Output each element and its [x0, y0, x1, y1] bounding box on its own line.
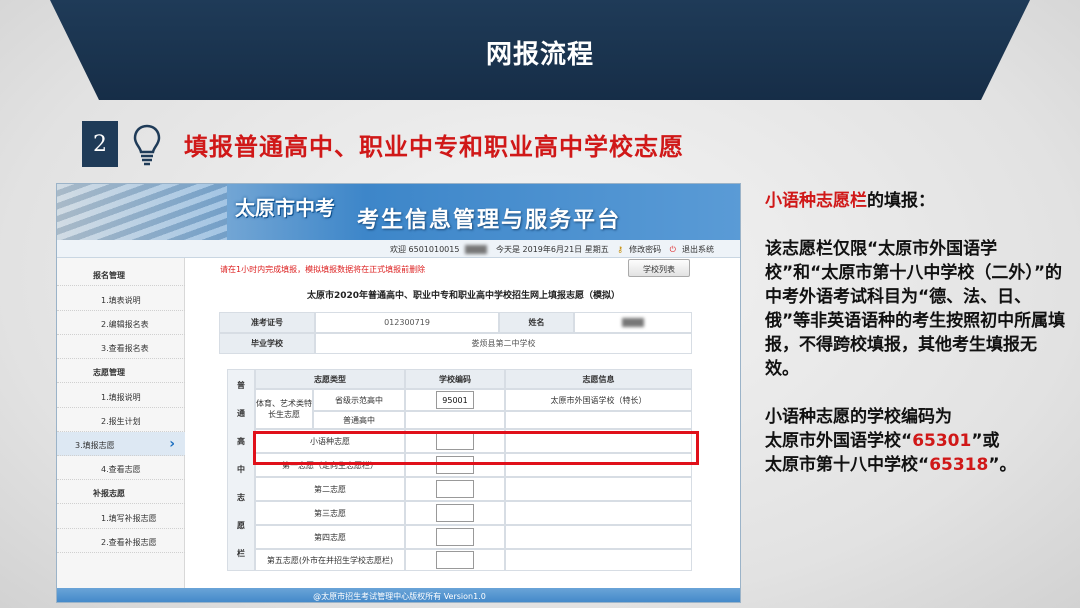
sidebar-item-fill-instructions[interactable]: 1.填报说明	[57, 384, 185, 408]
row-code-cell	[405, 501, 505, 525]
portal-logo: 太原市中考	[235, 196, 335, 220]
row-info: 太原市外国语学校（特长）	[505, 389, 692, 411]
row-type: 第四志愿	[255, 525, 405, 549]
row-info	[505, 525, 692, 549]
sidebar-item-form-instructions[interactable]: 1.填表说明	[57, 287, 185, 311]
logout-link[interactable]: 退出系统	[682, 245, 714, 254]
school-code-input[interactable]	[436, 504, 474, 522]
sidebar-item-view-preferences[interactable]: 4.查看志愿	[57, 456, 185, 480]
name-value	[574, 312, 692, 333]
name-label: 姓名	[499, 312, 574, 333]
school-code-input[interactable]	[436, 528, 474, 546]
portal-screenshot: 太原市中考 考生信息管理与服务平台 欢迎 6501010015 今天是 2019…	[56, 183, 741, 603]
portal-footer: @太原市招生考试管理中心版权所有 Version1.0	[57, 588, 740, 602]
sidebar-item-view-form[interactable]: 3.查看报名表	[57, 335, 185, 359]
school-code-input[interactable]	[436, 480, 474, 498]
page-title: 网报流程	[485, 40, 594, 70]
special-label: 体育、艺术类特长生志愿	[255, 389, 313, 429]
step-title: 填报普通高中、职业中专和职业高中学校志愿	[184, 133, 684, 161]
form-title: 太原市2020年普通高中、职业中专和职业高中学校招生网上填报志愿（模拟）	[306, 291, 621, 301]
grad-school-label: 毕业学校	[219, 333, 315, 354]
portal-header: 太原市中考 考生信息管理与服务平台	[57, 184, 740, 240]
school-code-input[interactable]: 95001	[436, 391, 474, 409]
welcome-text: 欢迎 6501010015	[390, 245, 460, 254]
header-code: 学校编码	[405, 369, 505, 389]
info-bar: 欢迎 6501010015 今天是 2019年6月21日 星期五 ⚷ 修改密码 ⏻…	[57, 240, 740, 258]
row-type: 第五志愿(外市在并招生学校志愿栏)	[255, 549, 405, 571]
sidebar-item-view-supplement[interactable]: 2.查看补报志愿	[57, 529, 185, 553]
grad-school-value: 娄烦县第二中学校	[315, 333, 692, 354]
explanation-codes: 小语种志愿的学校编码为 太原市外国语学校“65301”或 太原市第十八中学校“6…	[765, 407, 1017, 475]
explanation-panel: 小语种志愿栏的填报： 该志愿栏仅限“太原市外国语学校”和“太原市第十八中学校（二…	[765, 189, 1070, 477]
row-code-cell: 95001	[405, 389, 505, 411]
sidebar-head-supplement: 补报志愿	[57, 480, 185, 504]
change-password-link[interactable]: 修改密码	[629, 245, 661, 254]
notice-text: 请在1小时内完成填报，模拟填报数据将在正式填报前删除	[220, 265, 426, 274]
row-info	[505, 411, 692, 429]
sidebar-item-edit-form[interactable]: 2.编辑报名表	[57, 311, 185, 335]
redacted-name	[622, 318, 644, 327]
sidebar-item-plan[interactable]: 2.报生计划	[57, 408, 185, 432]
power-icon: ⏻	[669, 245, 676, 254]
date-text: 今天是 2019年6月21日 星期五	[496, 245, 609, 254]
row-type: 第三志愿	[255, 501, 405, 525]
row-code-cell	[405, 549, 505, 571]
chevron-right-icon: ›	[169, 436, 175, 452]
highlight-box	[253, 431, 699, 465]
keyboard-image	[57, 184, 227, 240]
key-icon: ⚷	[617, 245, 624, 254]
row-type: 省级示范高中	[313, 389, 405, 411]
redacted-name	[465, 245, 488, 254]
sidebar-item-fill-preferences[interactable]: 3.填报志愿 ›	[57, 432, 185, 456]
row-code-cell	[405, 525, 505, 549]
group-label: 普通高中志愿栏	[227, 369, 255, 571]
row-code-cell	[405, 477, 505, 501]
exam-number-label: 准考证号	[219, 312, 315, 333]
header-type: 志愿类型	[255, 369, 405, 389]
sidebar: 报名管理 1.填表说明 2.编辑报名表 3.查看报名表 志愿管理 1.填报说明 …	[57, 258, 185, 588]
header-info: 志愿信息	[505, 369, 692, 389]
row-info	[505, 501, 692, 525]
school-code-input[interactable]	[436, 551, 474, 569]
step-number: 2	[82, 121, 118, 167]
sidebar-head-preferences: 志愿管理	[57, 359, 185, 383]
school-list-button[interactable]: 学校列表	[628, 259, 690, 277]
row-type: 普通高中	[313, 411, 405, 429]
row-type: 第二志愿	[255, 477, 405, 501]
platform-title: 考生信息管理与服务平台	[357, 208, 622, 233]
row-info	[505, 549, 692, 571]
row-info	[505, 477, 692, 501]
exam-number-value: 012300719	[315, 312, 499, 333]
lightbulb-icon	[133, 124, 161, 166]
sidebar-item-fill-supplement[interactable]: 1.填写补报志愿	[57, 505, 185, 529]
row-code-cell	[405, 411, 505, 429]
explanation-paragraph: 该志愿栏仅限“太原市外国语学校”和“太原市第十八中学校（二外）”的中考外语考试科…	[765, 239, 1066, 379]
explanation-heading: 小语种志愿栏的填报：	[765, 191, 935, 211]
sidebar-head-registration: 报名管理	[57, 262, 185, 286]
sidebar-item-label: 3.填报志愿	[75, 441, 115, 450]
